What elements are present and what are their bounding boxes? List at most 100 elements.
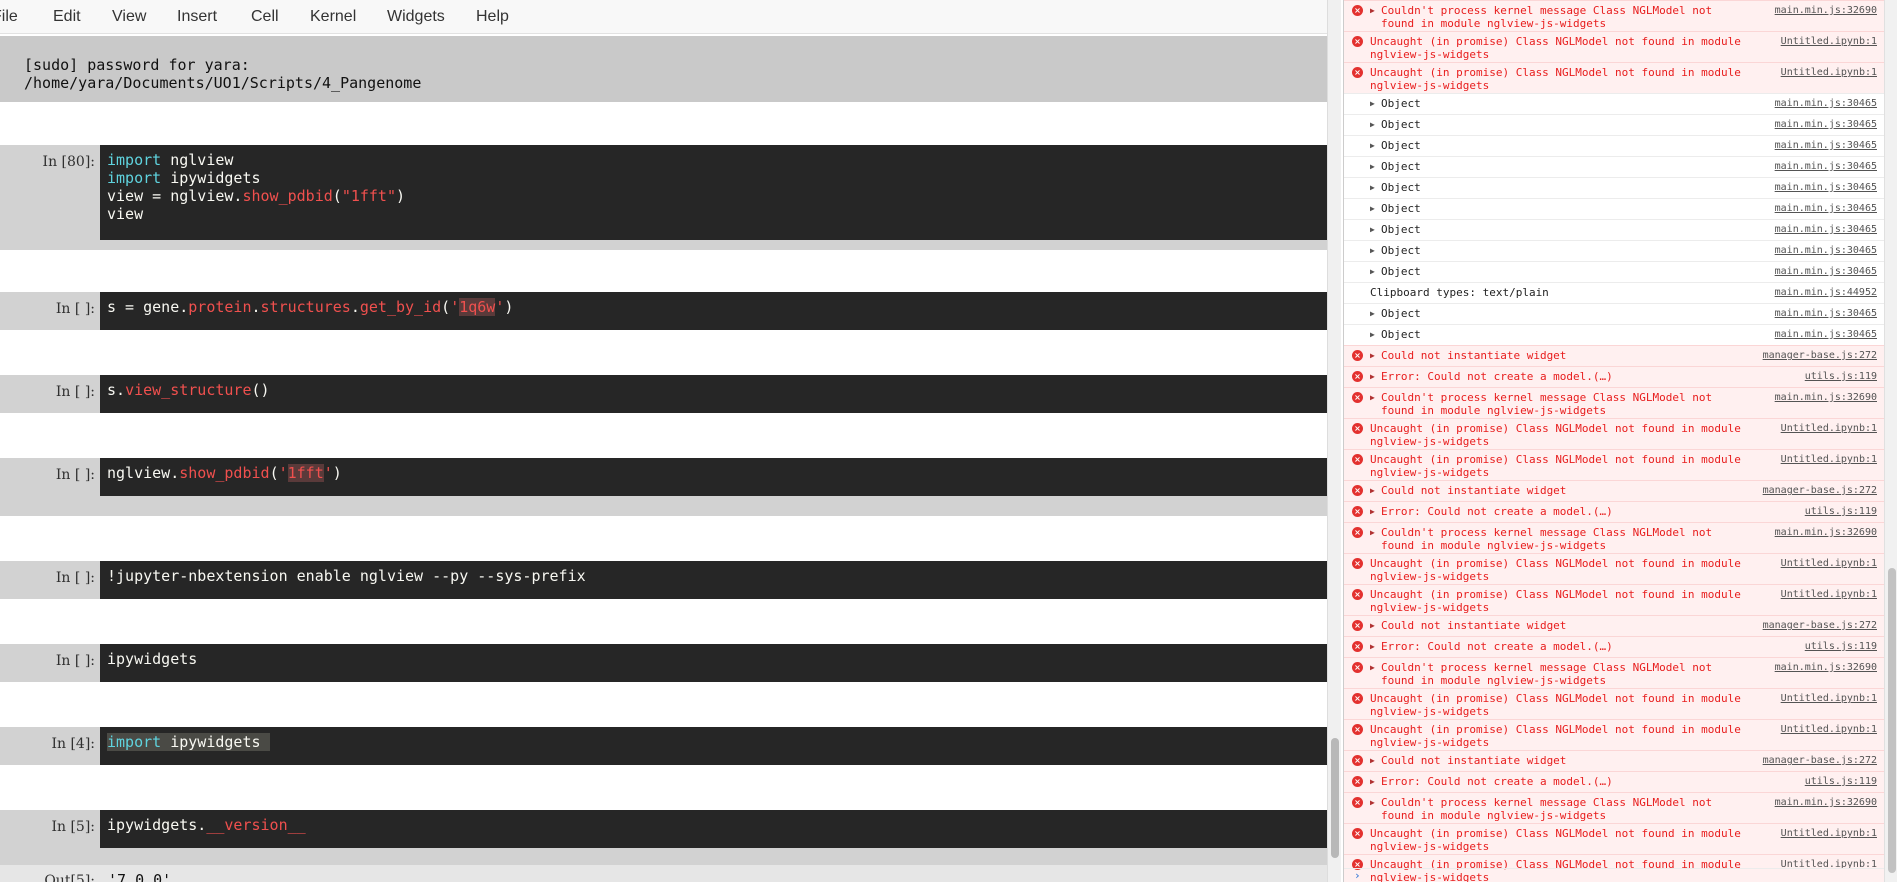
console-log-row[interactable]: ▶ Object main.min.js:30465 (1344, 324, 1884, 345)
console-input[interactable]: › (1344, 868, 1884, 882)
source-link[interactable]: Untitled.ipynb:1 (1781, 422, 1877, 435)
source-link[interactable]: utils.js:119 (1805, 370, 1877, 383)
code-cell[interactable]: In [ ]: s.view_structure() (0, 375, 1327, 413)
source-link[interactable]: main.min.js:30465 (1775, 223, 1877, 236)
source-link[interactable]: utils.js:119 (1805, 640, 1877, 653)
console-log-row[interactable]: ▶ Object main.min.js:30465 (1344, 114, 1884, 135)
source-link[interactable]: utils.js:119 (1805, 775, 1877, 788)
source-link[interactable]: main.min.js:30465 (1775, 307, 1877, 320)
source-link[interactable]: Untitled.ipynb:1 (1781, 692, 1877, 705)
console-error-row[interactable]: × Uncaught (in promise) Class NGLModel no… (1344, 62, 1884, 93)
code-cell[interactable]: In [ ]: ipywidgets (0, 644, 1327, 682)
code-cell[interactable]: In [80]: import nglview import ipywidgets v… (0, 145, 1327, 250)
source-link[interactable]: main.min.js:30465 (1775, 139, 1877, 152)
console-error-row[interactable]: × ▶ Error: Could not create a model.(…) uti… (1344, 501, 1884, 522)
source-link[interactable]: Untitled.ipynb:1 (1781, 588, 1877, 601)
expand-triangle-icon[interactable]: ▶ (1370, 160, 1375, 173)
notebook-scrollbar[interactable] (1327, 0, 1341, 882)
source-link[interactable]: main.min.js:30465 (1775, 181, 1877, 194)
code-cell[interactable]: In [5]: ipywidgets.__version__ (0, 810, 1327, 865)
code-cell[interactable]: In [4]: import ipywidgets (0, 727, 1327, 765)
console-error-row[interactable]: × Uncaught (in promise) Class NGLModel no… (1344, 688, 1884, 719)
expand-triangle-icon[interactable]: ▶ (1370, 202, 1375, 215)
source-link[interactable]: main.min.js:32690 (1775, 661, 1877, 674)
source-link[interactable]: main.min.js:30465 (1775, 202, 1877, 215)
console-error-row[interactable]: × ▶ Couldn't process kernel message Class … (1344, 0, 1884, 31)
code-cell[interactable]: In [ ]: !jupyter-nbextension enable nglvi… (0, 561, 1327, 599)
console-error-row[interactable]: × ▶ Error: Could not create a model.(…) uti… (1344, 771, 1884, 792)
expand-triangle-icon[interactable]: ▶ (1370, 619, 1375, 632)
expand-triangle-icon[interactable]: ▶ (1370, 661, 1375, 674)
console-scrollbar[interactable] (1884, 0, 1897, 882)
menu-view[interactable]: View (112, 8, 146, 26)
code-editor[interactable]: !jupyter-nbextension enable nglview --py… (100, 561, 1327, 599)
source-link[interactable]: main.min.js:32690 (1775, 4, 1877, 17)
console-error-row[interactable]: × ▶ Could not instantiate widget manager-ba… (1344, 345, 1884, 366)
source-link[interactable]: Untitled.ipynb:1 (1781, 827, 1877, 840)
console-log-row[interactable]: Clipboard types: text/plain main.min.js:4… (1344, 282, 1884, 303)
source-link[interactable]: main.min.js:30465 (1775, 244, 1877, 257)
console-log-row[interactable]: ▶ Object main.min.js:30465 (1344, 261, 1884, 282)
menu-file[interactable]: File (0, 8, 18, 26)
console-log-row[interactable]: ▶ Object main.min.js:30465 (1344, 303, 1884, 324)
console-log-row[interactable]: ▶ Object main.min.js:30465 (1344, 240, 1884, 261)
console-error-row[interactable]: × ▶ Could not instantiate widget manager-ba… (1344, 750, 1884, 771)
expand-triangle-icon[interactable]: ▶ (1370, 640, 1375, 653)
expand-triangle-icon[interactable]: ▶ (1370, 244, 1375, 257)
code-cell[interactable]: In [ ]: nglview.show_pdbid('1fft') (0, 458, 1327, 516)
source-link[interactable]: manager-base.js:272 (1763, 484, 1877, 497)
expand-triangle-icon[interactable]: ▶ (1370, 775, 1375, 788)
console-log-row[interactable]: ▶ Object main.min.js:30465 (1344, 156, 1884, 177)
expand-triangle-icon[interactable]: ▶ (1370, 307, 1375, 320)
expand-triangle-icon[interactable]: ▶ (1370, 349, 1375, 362)
console-log-row[interactable]: ▶ Object main.min.js:30465 (1344, 135, 1884, 156)
source-link[interactable]: main.min.js:30465 (1775, 118, 1877, 131)
console-error-row[interactable]: × Uncaught (in promise) Class NGLModel no… (1344, 823, 1884, 854)
menu-insert[interactable]: Insert (177, 8, 217, 26)
source-link[interactable]: Untitled.ipynb:1 (1781, 557, 1877, 570)
source-link[interactable]: Untitled.ipynb:1 (1781, 723, 1877, 736)
expand-triangle-icon[interactable]: ▶ (1370, 796, 1375, 809)
source-link[interactable]: main.min.js:32690 (1775, 796, 1877, 809)
console-log-row[interactable]: ▶ Object main.min.js:30465 (1344, 177, 1884, 198)
console-error-row[interactable]: × ▶ Could not instantiate widget manager-ba… (1344, 480, 1884, 501)
expand-triangle-icon[interactable]: ▶ (1370, 754, 1375, 767)
source-link[interactable]: utils.js:119 (1805, 505, 1877, 518)
console-error-row[interactable]: × ▶ Error: Could not create a model.(…) uti… (1344, 636, 1884, 657)
source-link[interactable]: main.min.js:30465 (1775, 97, 1877, 110)
menu-help[interactable]: Help (476, 8, 509, 26)
source-link[interactable]: main.min.js:32690 (1775, 526, 1877, 539)
menu-kernel[interactable]: Kernel (310, 8, 356, 26)
expand-triangle-icon[interactable]: ▶ (1370, 181, 1375, 194)
console-error-row[interactable]: × ▶ Couldn't process kernel message Class … (1344, 522, 1884, 553)
expand-triangle-icon[interactable]: ▶ (1370, 328, 1375, 341)
expand-triangle-icon[interactable]: ▶ (1370, 265, 1375, 278)
console-error-row[interactable]: × ▶ Error: Could not create a model.(…) uti… (1344, 366, 1884, 387)
code-editor[interactable]: s.view_structure() (100, 375, 1327, 413)
console-log-row[interactable]: ▶ Object main.min.js:30465 (1344, 219, 1884, 240)
source-link[interactable]: manager-base.js:272 (1763, 754, 1877, 767)
code-editor[interactable]: ipywidgets (100, 644, 1327, 682)
menu-cell[interactable]: Cell (251, 8, 279, 26)
console-log-row[interactable]: ▶ Object main.min.js:30465 (1344, 198, 1884, 219)
expand-triangle-icon[interactable]: ▶ (1370, 97, 1375, 110)
code-editor[interactable]: import nglview import ipywidgets view = ng… (100, 145, 1327, 240)
code-editor[interactable]: nglview.show_pdbid('1fft') (100, 458, 1327, 496)
console-log-row[interactable]: ▶ Object main.min.js:30465 (1344, 93, 1884, 114)
console-error-row[interactable]: × ▶ Could not instantiate widget manager-ba… (1344, 615, 1884, 636)
expand-triangle-icon[interactable]: ▶ (1370, 370, 1375, 383)
console-error-row[interactable]: × ▶ Couldn't process kernel message Class … (1344, 792, 1884, 823)
console-error-row[interactable]: × Uncaught (in promise) Class NGLModel no… (1344, 719, 1884, 750)
console-error-row[interactable]: × Uncaught (in promise) Class NGLModel no… (1344, 31, 1884, 62)
expand-triangle-icon[interactable]: ▶ (1370, 505, 1375, 518)
expand-triangle-icon[interactable]: ▶ (1370, 139, 1375, 152)
console-error-row[interactable]: × Uncaught (in promise) Class NGLModel no… (1344, 584, 1884, 615)
source-link[interactable]: Untitled.ipynb:1 (1781, 453, 1877, 466)
console-error-row[interactable]: × ▶ Couldn't process kernel message Class … (1344, 387, 1884, 418)
expand-triangle-icon[interactable]: ▶ (1370, 526, 1375, 539)
source-link[interactable]: main.min.js:32690 (1775, 391, 1877, 404)
console-error-row[interactable]: × Uncaught (in promise) Class NGLModel no… (1344, 418, 1884, 449)
expand-triangle-icon[interactable]: ▶ (1370, 4, 1375, 17)
source-link[interactable]: manager-base.js:272 (1763, 619, 1877, 632)
code-editor[interactable]: import ipywidgets (100, 727, 1327, 765)
